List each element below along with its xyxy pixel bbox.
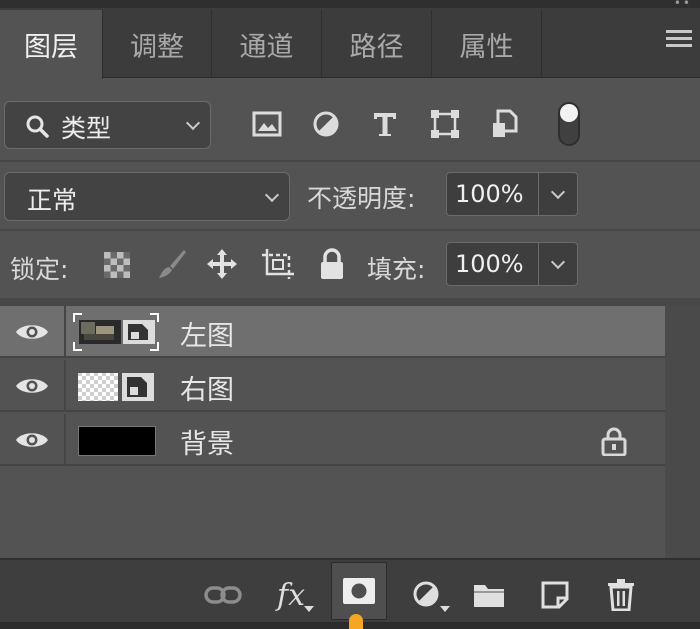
layer-thumbnail[interactable] <box>78 426 156 456</box>
search-icon <box>26 115 49 138</box>
type-filter-icon[interactable] <box>368 107 402 141</box>
tab-label: 通道 <box>239 31 294 63</box>
fx-label: fx <box>276 577 306 613</box>
filter-kind-dropdown[interactable]: 类型 <box>4 101 211 149</box>
smart-object-filter-icon[interactable] <box>487 107 521 141</box>
layers-list: 左图 右图 背景 <box>0 306 700 556</box>
layer-lock-icon <box>600 426 628 460</box>
blend-mode-dropdown[interactable]: 正常 <box>4 172 290 221</box>
delete-icon[interactable] <box>596 570 646 620</box>
layer-name[interactable]: 背景 <box>180 422 234 461</box>
image-filter-icon[interactable] <box>250 107 284 141</box>
link-layers-icon[interactable] <box>198 570 248 620</box>
visibility-eye-icon[interactable] <box>0 360 66 412</box>
opacity-value: 100% <box>455 180 524 208</box>
visibility-eye-icon[interactable] <box>0 414 66 466</box>
new-layer-icon[interactable] <box>530 570 580 620</box>
chevron-down-icon <box>264 187 280 202</box>
layer-thumbnail[interactable] <box>72 312 160 352</box>
drag-handle-accent[interactable] <box>349 614 363 629</box>
tab-label: 路径 <box>349 31 404 63</box>
tab-layers[interactable]: 图层 <box>0 10 103 79</box>
panel-top-strip: •• <box>0 0 700 10</box>
lock-position-icon[interactable] <box>205 247 239 281</box>
layer-thumbnail[interactable] <box>78 372 156 402</box>
shape-filter-icon[interactable] <box>428 107 462 141</box>
layers-scrollbar[interactable] <box>665 306 700 558</box>
visibility-eye-icon[interactable] <box>0 306 66 358</box>
add-mask-icon[interactable] <box>331 562 387 620</box>
layer-name[interactable]: 左图 <box>180 314 234 353</box>
adjustment-layer-icon[interactable] <box>402 570 452 620</box>
tab-adjustments[interactable]: 调整 <box>103 10 212 78</box>
fill-label: 填充: <box>367 255 426 284</box>
layer-row[interactable]: 左图 <box>0 306 665 358</box>
filter-kind-label: 类型 <box>61 114 112 143</box>
opacity-chevron-icon[interactable] <box>550 184 566 200</box>
panel-tab-bar: 图层 调整 通道 路径 属性 <box>0 8 700 79</box>
layer-name[interactable]: 右图 <box>180 368 234 407</box>
fill-chevron-icon[interactable] <box>550 254 566 270</box>
opacity-label: 不透明度: <box>307 184 416 213</box>
lock-transparent-icon[interactable] <box>100 248 134 282</box>
tab-label: 属性 <box>459 31 514 63</box>
adjustment-filter-icon[interactable] <box>309 107 343 141</box>
fill-field[interactable]: 100% <box>446 242 578 286</box>
tab-label: 图层 <box>24 32 78 63</box>
panel-menu-icon[interactable] <box>666 30 692 54</box>
tab-channels[interactable]: 通道 <box>212 10 322 78</box>
layer-row[interactable]: 背景 <box>0 414 665 466</box>
filter-toggle-icon[interactable] <box>552 100 586 148</box>
layer-row[interactable]: 右图 <box>0 360 665 412</box>
tab-paths[interactable]: 路径 <box>322 10 432 78</box>
lock-all-icon[interactable] <box>315 247 349 281</box>
blend-mode-value: 正常 <box>27 186 78 215</box>
fill-value: 100% <box>455 250 524 278</box>
divider <box>0 160 700 162</box>
tab-label: 调整 <box>130 31 184 63</box>
lock-image-icon[interactable] <box>155 247 189 281</box>
divider <box>0 298 700 306</box>
fx-icon[interactable]: fx <box>266 570 316 620</box>
opacity-field[interactable]: 100% <box>446 172 578 216</box>
new-group-icon[interactable] <box>464 570 514 620</box>
tab-properties[interactable]: 属性 <box>432 10 542 78</box>
lock-label: 锁定: <box>10 255 69 284</box>
divider <box>0 229 700 231</box>
lock-artboard-icon[interactable] <box>261 247 295 281</box>
chevron-down-icon <box>185 115 201 131</box>
